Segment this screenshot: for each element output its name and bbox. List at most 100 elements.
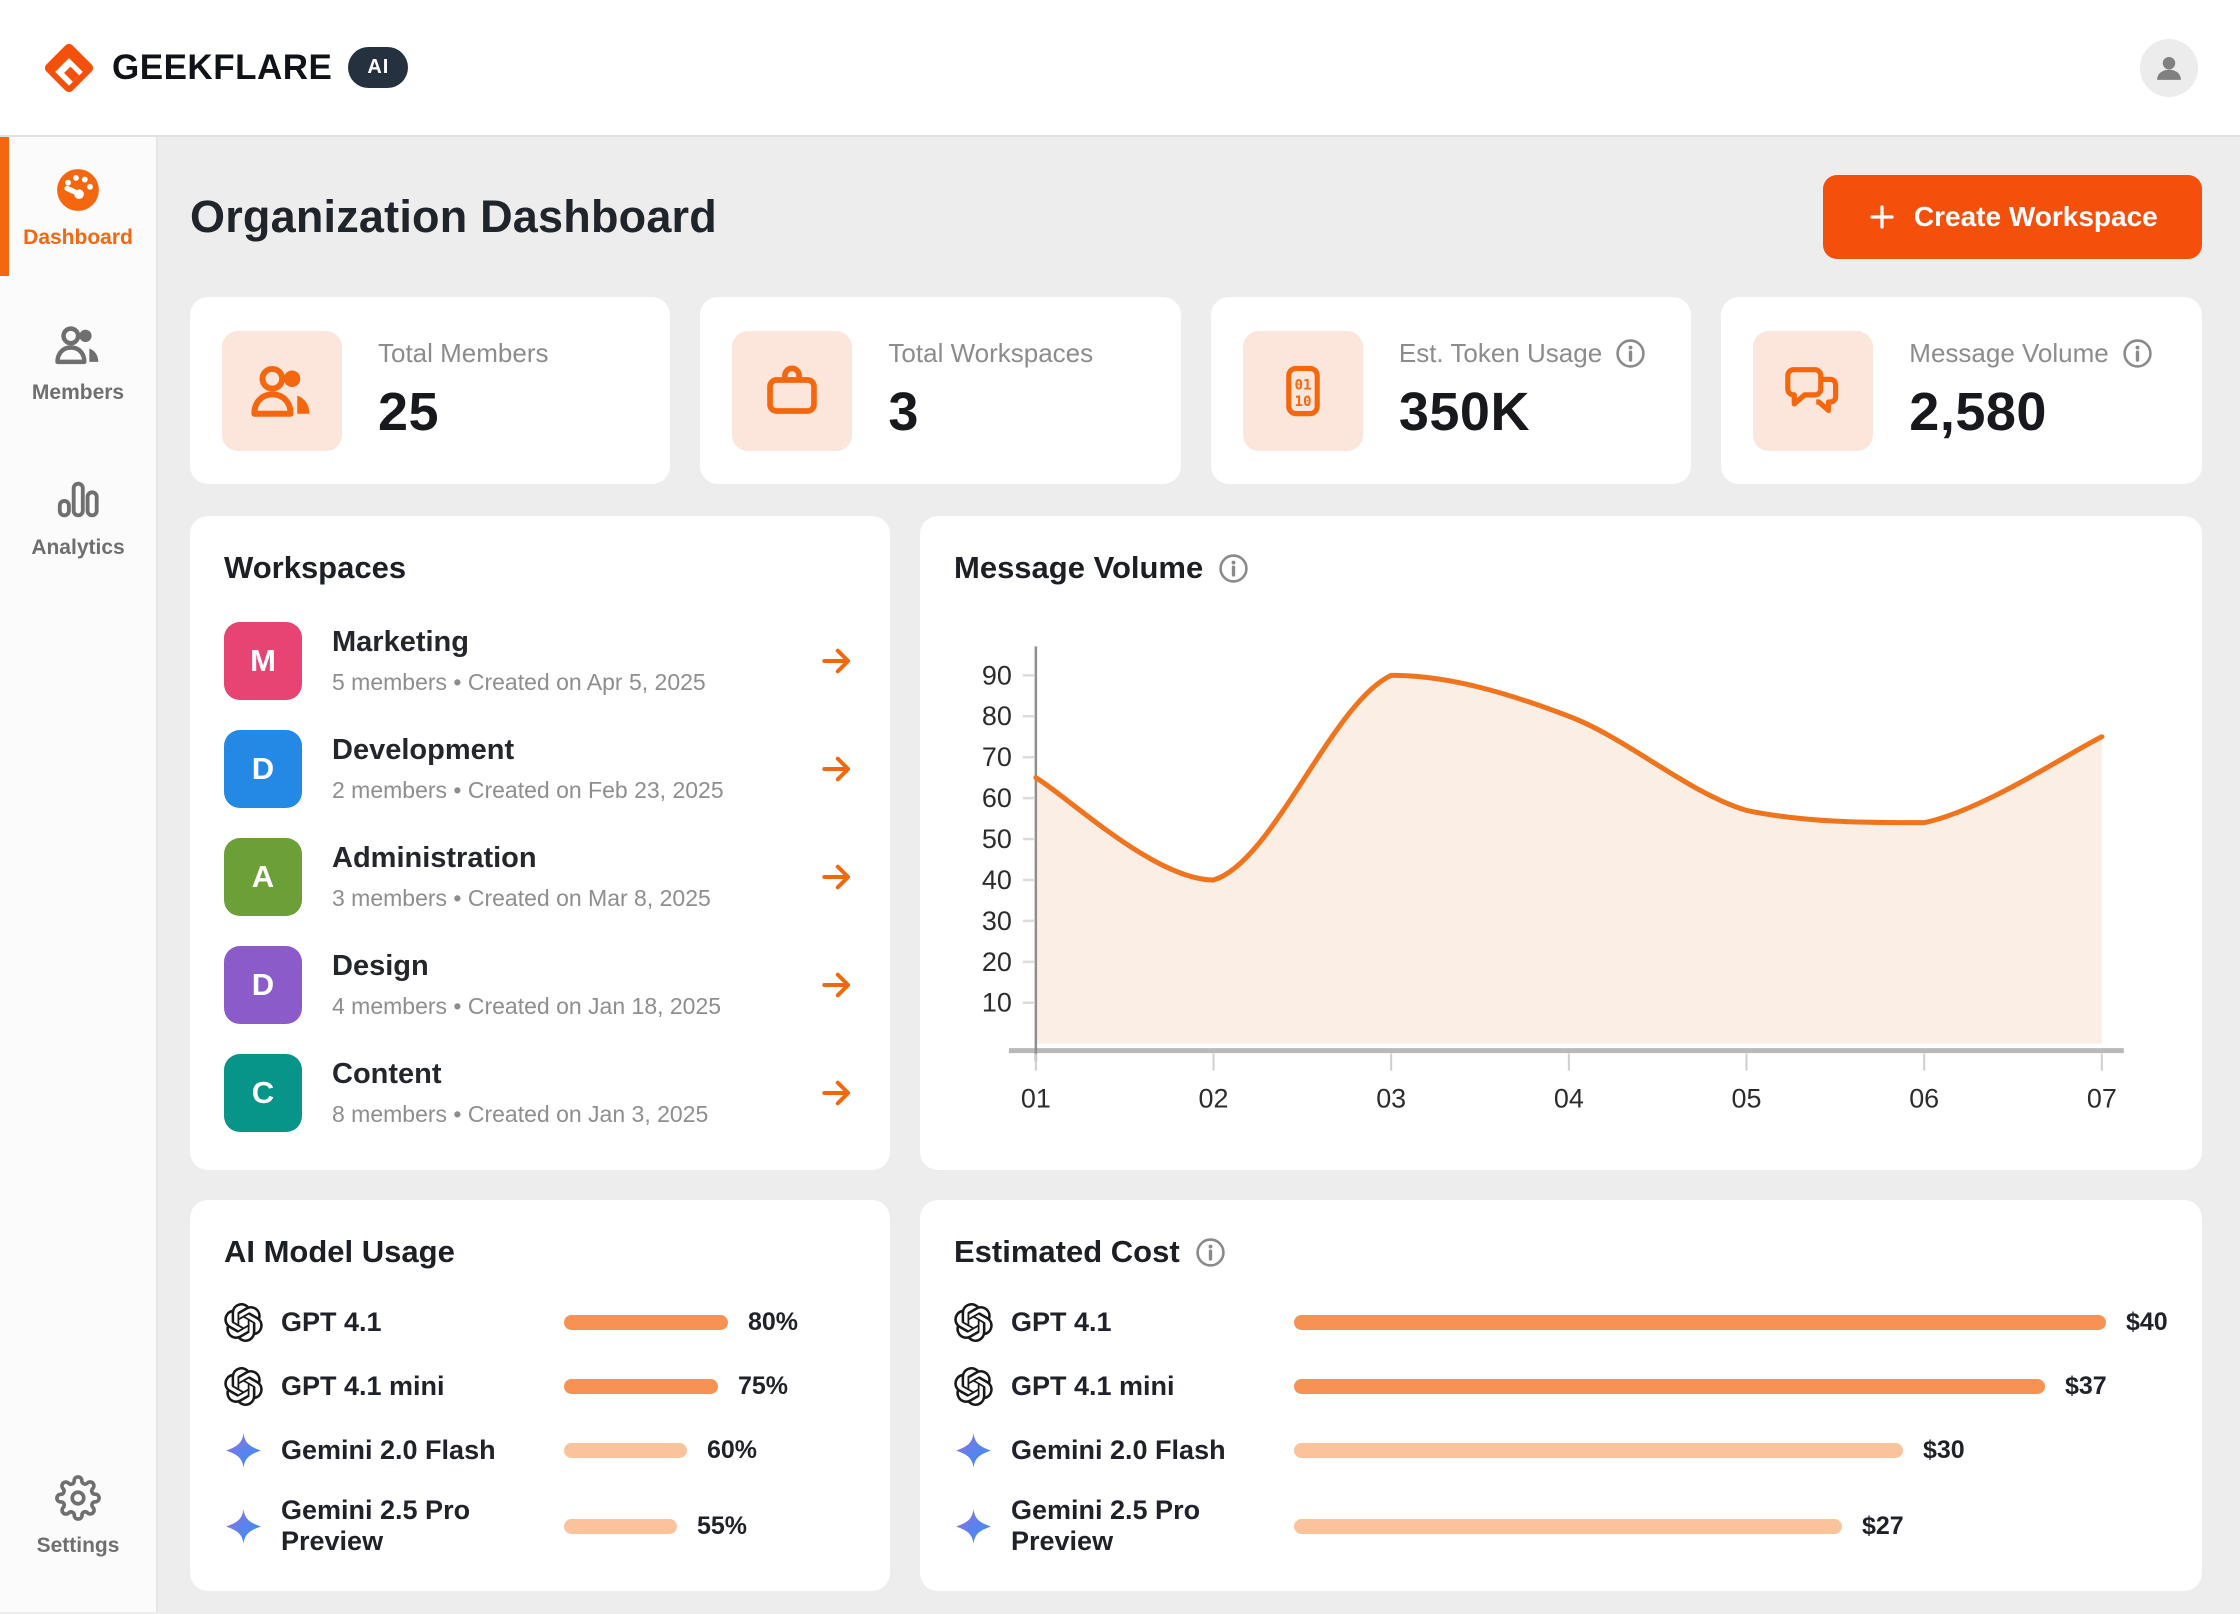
stat-value: 25 (378, 381, 549, 443)
svg-text:70: 70 (982, 742, 1012, 772)
message-volume-panel: Message Volume 1020304050607080900102030… (920, 516, 2202, 1170)
top-bar: GEEKFLARE AI (0, 0, 2240, 137)
openai-icon (954, 1367, 993, 1406)
model-label: Gemini 2.0 Flash (1011, 1435, 1294, 1466)
sidebar-item-analytics[interactable]: Analytics (0, 447, 156, 586)
arrow-right-icon[interactable] (818, 1074, 856, 1112)
message-volume-title: Message Volume (954, 550, 1203, 586)
usage-bar (564, 1443, 687, 1458)
arrow-right-icon[interactable] (818, 642, 856, 680)
usage-bar (564, 1379, 718, 1394)
stat-label: Est. Token Usage (1399, 338, 1602, 369)
svg-text:03: 03 (1376, 1084, 1406, 1114)
gemini-icon (224, 1431, 263, 1470)
stat-card-total-members: Total Members 25 (190, 297, 670, 484)
user-avatar-icon (2152, 51, 2186, 85)
model-label: Gemini 2.5 Pro Preview (1011, 1495, 1294, 1557)
svg-text:05: 05 (1732, 1084, 1762, 1114)
sidebar: Dashboard Members Analytics Settings (0, 137, 158, 1612)
estimated-cost-panel: Estimated Cost GPT 4.1 $40 GPT 4.1 mini … (920, 1200, 2202, 1591)
arrow-right-icon[interactable] (818, 750, 856, 788)
sidebar-item-label: Settings (37, 1534, 120, 1558)
stat-label: Total Members (378, 338, 549, 369)
cost-value: $40 (2126, 1308, 2168, 1337)
create-workspace-button[interactable]: Create Workspace (1823, 175, 2202, 259)
workspace-name: Design (332, 950, 721, 983)
stat-value: 2,580 (1909, 381, 2152, 443)
workspace-row-design[interactable]: D Design 4 members • Created on Jan 18, … (224, 946, 856, 1024)
sidebar-item-settings[interactable]: Settings (0, 1445, 156, 1584)
model-usage-row: GPT 4.1 80% (224, 1303, 856, 1342)
dashboard-gauge-icon (55, 167, 101, 213)
usage-bar (564, 1315, 728, 1330)
stat-card-message-volume: Message Volume 2,580 (1721, 297, 2201, 484)
stat-label: Message Volume (1909, 338, 2108, 369)
openai-icon (224, 1303, 263, 1342)
sidebar-item-dashboard[interactable]: Dashboard (0, 137, 156, 276)
estimated-cost-row: GPT 4.1 $40 (954, 1303, 2168, 1342)
workspace-row-content[interactable]: C Content 8 members • Created on Jan 3, … (224, 1054, 856, 1132)
plus-icon (1867, 202, 1897, 232)
workspace-name: Development (332, 734, 724, 767)
model-label: GPT 4.1 (1011, 1307, 1294, 1338)
usage-percent: 60% (707, 1436, 757, 1465)
info-icon[interactable] (1195, 1237, 1226, 1268)
svg-text:04: 04 (1554, 1084, 1584, 1114)
estimated-cost-row: Gemini 2.0 Flash $30 (954, 1431, 2168, 1470)
info-icon[interactable] (1615, 338, 1646, 369)
page-title: Organization Dashboard (190, 191, 717, 243)
svg-text:50: 50 (982, 824, 1012, 854)
svg-text:30: 30 (982, 906, 1012, 936)
openai-icon (224, 1367, 263, 1406)
info-icon[interactable] (1218, 553, 1249, 584)
gemini-icon (954, 1507, 993, 1546)
stat-value: 3 (888, 381, 1093, 443)
workspace-name: Content (332, 1058, 708, 1091)
sidebar-item-members[interactable]: Members (0, 292, 156, 431)
workspace-initial-tile: A (224, 838, 302, 916)
cost-bar (1294, 1315, 2106, 1330)
cost-bar (1294, 1519, 1842, 1534)
workspace-meta: 2 members • Created on Feb 23, 2025 (332, 777, 724, 804)
workspaces-panel: Workspaces M Marketing 5 members • Creat… (190, 516, 890, 1170)
message-volume-chart: 10203040506070809001020304050607 (954, 592, 2168, 1128)
svg-text:01: 01 (1021, 1084, 1051, 1114)
workspace-initial-tile: D (224, 730, 302, 808)
svg-text:60: 60 (982, 783, 1012, 813)
model-label: Gemini 2.5 Pro Preview (281, 1495, 564, 1557)
briefcase-icon (732, 331, 852, 451)
usage-percent: 55% (697, 1512, 747, 1541)
workspace-row-development[interactable]: D Development 2 members • Created on Feb… (224, 730, 856, 808)
estimated-cost-row: GPT 4.1 mini $37 (954, 1367, 2168, 1406)
geekflare-diamond-icon (42, 41, 96, 95)
estimated-cost-title: Estimated Cost (954, 1234, 1180, 1270)
model-label: Gemini 2.0 Flash (281, 1435, 564, 1466)
sidebar-item-label: Dashboard (23, 226, 133, 250)
svg-text:80: 80 (982, 701, 1012, 731)
people-icon (222, 331, 342, 451)
cost-value: $37 (2065, 1372, 2107, 1401)
usage-percent: 80% (748, 1308, 798, 1337)
geekflare-logo[interactable]: GEEKFLARE AI (42, 41, 408, 95)
workspace-meta: 5 members • Created on Apr 5, 2025 (332, 669, 706, 696)
arrow-right-icon[interactable] (818, 966, 856, 1004)
binary-token-icon (1243, 331, 1363, 451)
arrow-right-icon[interactable] (818, 858, 856, 896)
gemini-icon (954, 1431, 993, 1470)
workspace-initial-tile: C (224, 1054, 302, 1132)
cost-bar (1294, 1379, 2045, 1394)
user-avatar[interactable] (2140, 39, 2198, 97)
create-workspace-label: Create Workspace (1914, 201, 2158, 233)
usage-percent: 75% (738, 1372, 788, 1401)
main-content: Organization Dashboard Create Workspace … (158, 137, 2240, 1612)
workspaces-title: Workspaces (224, 550, 856, 586)
ai-badge: AI (348, 47, 408, 88)
estimated-cost-row: Gemini 2.5 Pro Preview $27 (954, 1495, 2168, 1557)
info-icon[interactable] (2122, 338, 2153, 369)
workspace-row-administration[interactable]: A Administration 3 members • Created on … (224, 838, 856, 916)
ai-model-usage-panel: AI Model Usage GPT 4.1 80% GPT 4.1 mini … (190, 1200, 890, 1591)
workspaces-list: M Marketing 5 members • Created on Apr 5… (224, 622, 856, 1132)
model-usage-row: GPT 4.1 mini 75% (224, 1367, 856, 1406)
cost-value: $27 (1862, 1512, 1904, 1541)
workspace-row-marketing[interactable]: M Marketing 5 members • Created on Apr 5… (224, 622, 856, 700)
